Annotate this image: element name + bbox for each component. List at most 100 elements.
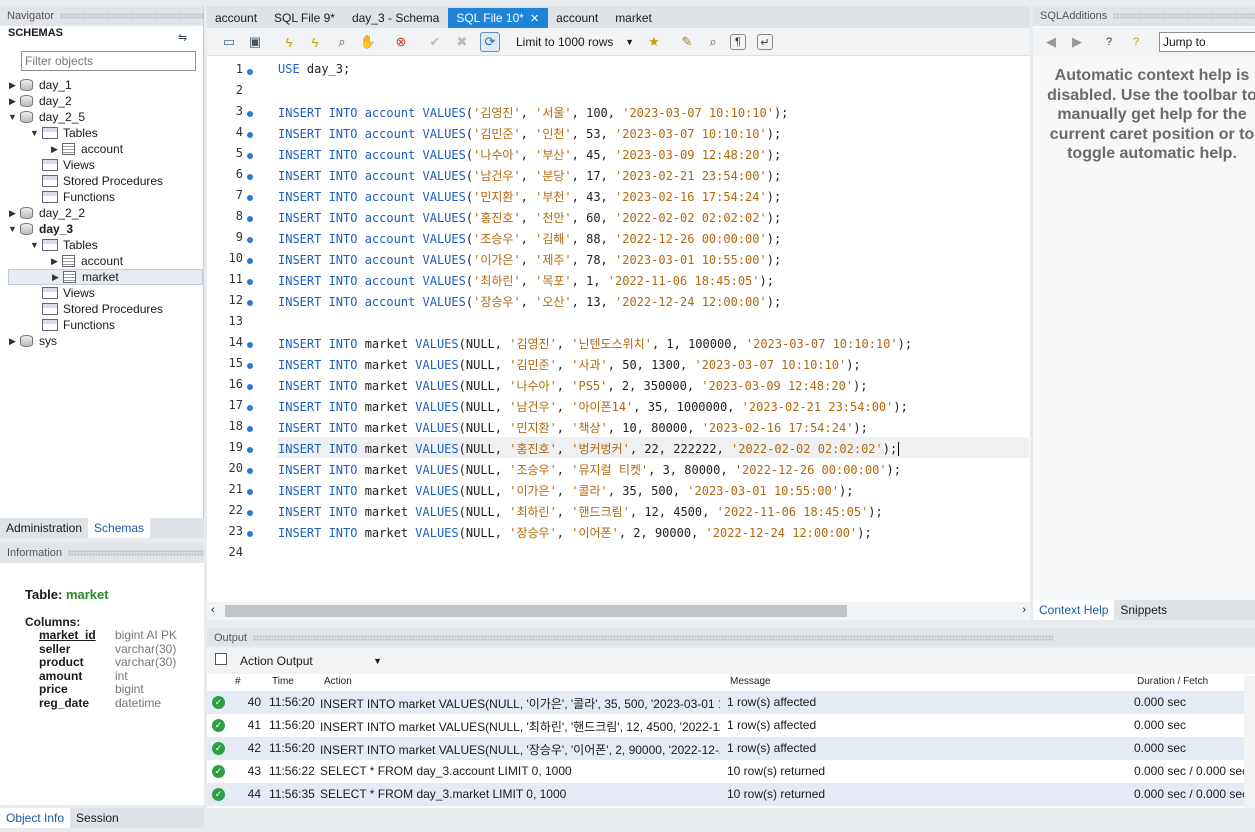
tree-item-day_1[interactable]: ▶ day_1 [8, 77, 203, 93]
tree-item-functions[interactable]: Functions [8, 189, 203, 205]
word-wrap-icon[interactable]: ↵ [757, 34, 773, 50]
statement-marker-icon[interactable] [247, 69, 253, 75]
schemas-refresh-icon[interactable]: ⇋ [178, 31, 187, 44]
tree-item-views[interactable]: Views [8, 157, 203, 173]
editor-tab-sql-file-10[interactable]: SQL File 10* ✕ [448, 8, 549, 28]
statement-marker-icon[interactable] [247, 111, 253, 117]
code-line[interactable]: INSERT INTO market VALUES(NULL, '홍진호', '… [278, 440, 900, 457]
editor-tab-sql-file-9[interactable]: SQL File 9* [266, 8, 344, 28]
output-row[interactable]: ✓ 44 11:56:35 SELECT * FROM day_3.market LI… [207, 783, 1248, 806]
jump-to-select[interactable]: Jump to [1159, 32, 1255, 52]
code-line[interactable]: INSERT INTO market VALUES(NULL, '김민준', '… [278, 356, 861, 373]
execute-icon[interactable]: ϟ [279, 32, 299, 52]
code-line[interactable]: INSERT INTO account VALUES('조승우', '김해', … [278, 230, 781, 247]
tab-context-help[interactable]: Context Help [1033, 600, 1115, 620]
statement-marker-icon[interactable] [247, 531, 253, 537]
code-line[interactable]: INSERT INTO account VALUES('장승우', '오산', … [278, 293, 781, 310]
autocommit-icon[interactable]: ⟳ [480, 32, 500, 52]
expand-icon[interactable]: ▶ [8, 333, 17, 349]
save-icon[interactable]: ▣ [245, 32, 265, 52]
editor-tab-account[interactable]: account [548, 8, 607, 28]
code-line[interactable]: INSERT INTO account VALUES('나수아', '부산', … [278, 146, 781, 163]
statement-marker-icon[interactable] [247, 384, 253, 390]
tree-item-tables[interactable]: ▼ Tables [8, 125, 203, 141]
expand-icon[interactable]: ▶ [8, 93, 17, 109]
statement-marker-icon[interactable] [247, 468, 253, 474]
statement-marker-icon[interactable] [247, 237, 253, 243]
statement-marker-icon[interactable] [247, 279, 253, 285]
execute-current-icon[interactable]: ϟ [305, 32, 325, 52]
output-row[interactable]: ✓ 43 11:56:22 SELECT * FROM day_3.account L… [207, 760, 1248, 783]
scroll-left-icon[interactable]: ‹ [211, 604, 215, 616]
collapse-icon[interactable]: ▼ [8, 221, 17, 237]
statement-marker-icon[interactable] [247, 447, 253, 453]
stop-icon[interactable]: ✋ [358, 32, 378, 52]
code-line[interactable]: INSERT INTO account VALUES('이가은', '제주', … [278, 251, 781, 268]
tab-snippets[interactable]: Snippets [1114, 600, 1173, 620]
code-line[interactable]: INSERT INTO account VALUES('최하린', '목포', … [278, 272, 774, 289]
statement-marker-icon[interactable] [247, 195, 253, 201]
statement-marker-icon[interactable] [247, 153, 253, 159]
rollback-icon[interactable]: ✖ [452, 32, 472, 52]
tree-item-stored-procedures[interactable]: Stored Procedures [8, 301, 203, 317]
tree-item-day_2_5[interactable]: ▼ day_2_5 [8, 109, 203, 125]
beautify-icon[interactable]: ✎ [677, 32, 697, 52]
manual-help-icon[interactable]: ? [1099, 32, 1119, 52]
close-icon[interactable]: ✕ [530, 13, 539, 25]
code-line[interactable]: USE day_3; [278, 62, 350, 76]
code-line[interactable]: INSERT INTO market VALUES(NULL, '김영진', '… [278, 335, 912, 352]
scroll-right-icon[interactable]: › [1022, 604, 1026, 616]
expand-icon[interactable]: ▶ [8, 205, 17, 221]
tree-item-day_2_2[interactable]: ▶ day_2_2 [8, 205, 203, 221]
statement-marker-icon[interactable] [247, 300, 253, 306]
tree-item-tables[interactable]: ▼ Tables [8, 237, 203, 253]
code-line[interactable]: INSERT INTO market VALUES(NULL, '조승우', '… [278, 461, 901, 478]
code-line[interactable]: INSERT INTO account VALUES('김영진', '서울', … [278, 104, 788, 121]
statement-marker-icon[interactable] [247, 363, 253, 369]
auto-help-icon[interactable]: ? [1126, 32, 1146, 52]
output-row[interactable]: ✓ 42 11:56:20 INSERT INTO market VALUES(NUL… [207, 737, 1245, 760]
statement-marker-icon[interactable] [247, 174, 253, 180]
invisible-chars-icon[interactable]: ¶ [730, 34, 746, 50]
explain-icon[interactable]: ⌕ [332, 32, 352, 52]
code-line[interactable]: INSERT INTO account VALUES('남건우', '분당', … [278, 167, 781, 184]
tab-object-info[interactable]: Object Info [0, 808, 71, 828]
statement-marker-icon[interactable] [247, 510, 253, 516]
collapse-icon[interactable]: ▼ [8, 109, 17, 125]
col-header-message[interactable]: Message [730, 676, 771, 687]
collapse-icon[interactable]: ▼ [30, 125, 39, 141]
col-header-time[interactable]: Time [272, 676, 294, 687]
code-line[interactable]: INSERT INTO market VALUES(NULL, '최하린', '… [278, 503, 883, 520]
tab-session[interactable]: Session [70, 808, 125, 828]
bookmark-star-icon[interactable]: ★ [644, 32, 664, 52]
scrollbar-thumb[interactable] [225, 605, 847, 617]
open-folder-icon[interactable]: ▭ [219, 32, 239, 52]
statement-marker-icon[interactable] [247, 426, 253, 432]
expand-icon[interactable]: ▶ [51, 269, 60, 285]
tree-item-day_2[interactable]: ▶ day_2 [8, 93, 203, 109]
tree-item-stored-procedures[interactable]: Stored Procedures [8, 173, 203, 189]
forward-icon[interactable]: ▶ [1067, 32, 1087, 52]
editor-tab-account[interactable]: account [207, 8, 266, 28]
code-line[interactable]: INSERT INTO market VALUES(NULL, '민지환', '… [278, 419, 868, 436]
col-header-num[interactable]: # [235, 676, 241, 687]
output-type-select[interactable]: Action Output ▼ [237, 652, 384, 670]
statement-marker-icon[interactable] [247, 216, 253, 222]
tree-item-sys[interactable]: ▶ sys [8, 333, 203, 349]
limit-rows-select[interactable]: Limit to 1000 rows ▼ [514, 33, 634, 51]
editor-horizontal-scrollbar[interactable]: ‹ › [207, 602, 1030, 620]
output-row[interactable]: ✓ 40 11:56:20 INSERT INTO market VALUES(NUL… [207, 691, 1245, 714]
code-line[interactable]: INSERT INTO market VALUES(NULL, '나수아', '… [278, 377, 867, 394]
expand-icon[interactable]: ▶ [50, 141, 59, 157]
output-vertical-scrollbar[interactable] [1244, 676, 1255, 808]
collapse-icon[interactable]: ▼ [30, 237, 39, 253]
back-icon[interactable]: ◀ [1041, 32, 1061, 52]
commit-icon[interactable]: ✔ [425, 32, 445, 52]
statement-marker-icon[interactable] [247, 258, 253, 264]
code-line[interactable]: INSERT INTO market VALUES(NULL, '남건우', '… [278, 398, 908, 415]
col-header-duration[interactable]: Duration / Fetch [1137, 676, 1208, 687]
code-line[interactable]: INSERT INTO account VALUES('김민준', '인천', … [278, 125, 781, 142]
toggle-error-icon[interactable]: ⊗ [391, 32, 411, 52]
code-line[interactable]: INSERT INTO market VALUES(NULL, '장승우', '… [278, 524, 872, 541]
code-line[interactable]: INSERT INTO account VALUES('민지환', '부천', … [278, 188, 781, 205]
